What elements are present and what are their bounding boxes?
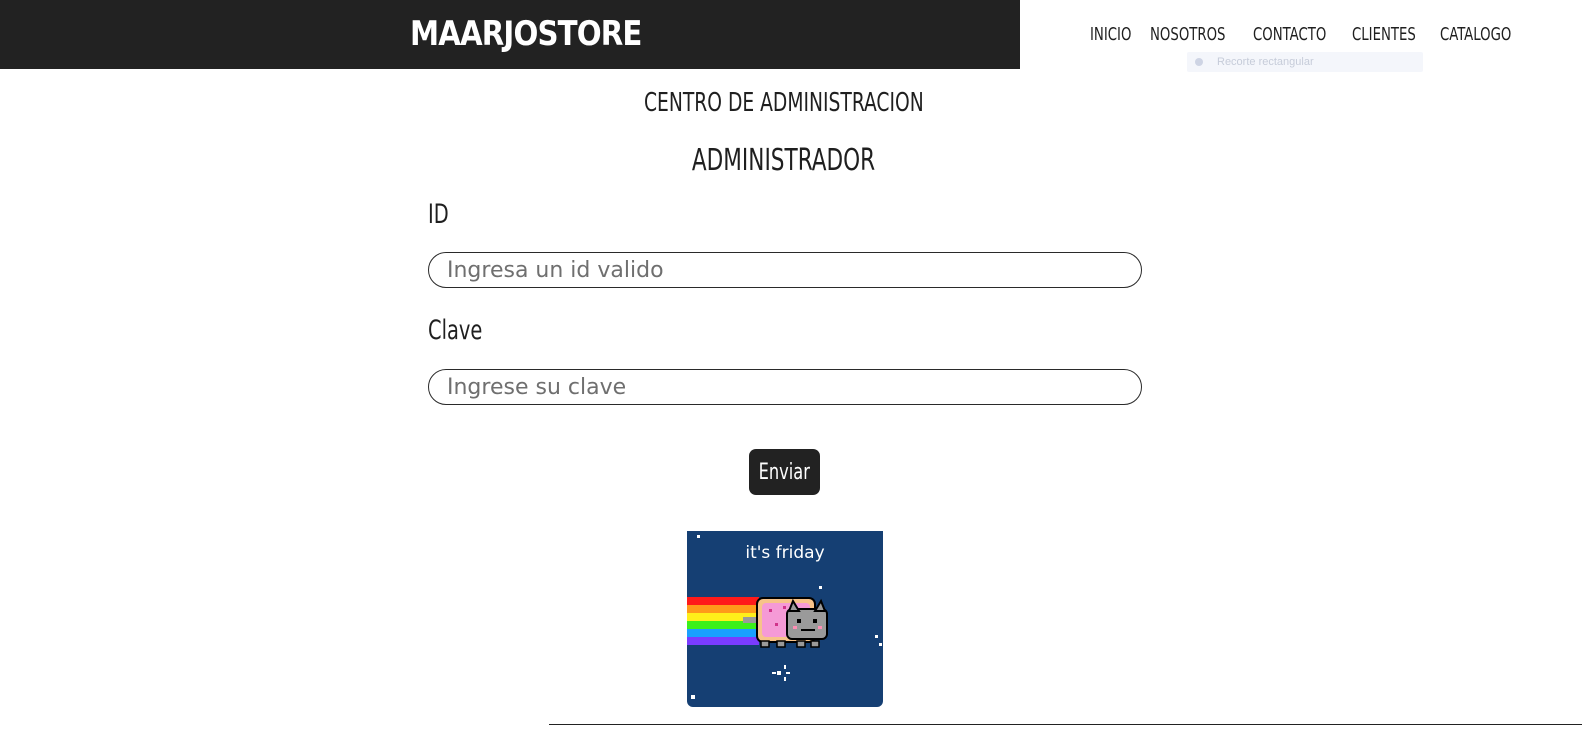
id-label: ID bbox=[428, 199, 449, 230]
nav-inicio[interactable]: INICIO bbox=[1090, 24, 1131, 45]
nyan-cat-image: it's friday bbox=[687, 531, 883, 707]
id-input[interactable] bbox=[428, 252, 1142, 288]
screenshot-tool-tooltip: Recorte rectangular bbox=[1187, 52, 1423, 72]
clave-label: Clave bbox=[428, 315, 483, 346]
section-title: ADMINISTRADOR bbox=[0, 143, 1568, 178]
nav-clientes[interactable]: CLIENTES bbox=[1352, 24, 1416, 45]
nav-contacto[interactable]: CONTACTO bbox=[1253, 24, 1326, 45]
main-nav: INICIO NOSOTROS CONTACTO CLIENTES CATALO… bbox=[1090, 24, 1513, 45]
header-bar: MAARJOSTORE bbox=[0, 0, 1020, 69]
image-caption: it's friday bbox=[745, 543, 825, 563]
page: MAARJOSTORE INICIO NOSOTROS CONTACTO CLI… bbox=[0, 0, 1582, 732]
nav-nosotros[interactable]: NOSOTROS bbox=[1150, 24, 1225, 45]
section-title-text: ADMINISTRADOR bbox=[692, 143, 876, 178]
page-title: CENTRO DE ADMINISTRACION bbox=[0, 88, 1568, 118]
brand-logo[interactable]: MAARJOSTORE bbox=[410, 14, 642, 54]
tooltip-text: Recorte rectangular bbox=[1217, 56, 1314, 68]
divider bbox=[549, 724, 1582, 725]
nav-catalogo[interactable]: CATALOGO bbox=[1440, 24, 1511, 45]
submit-button[interactable]: Enviar bbox=[749, 449, 820, 495]
snip-icon bbox=[1195, 58, 1203, 67]
submit-button-label: Enviar bbox=[758, 459, 811, 485]
clave-input[interactable] bbox=[428, 369, 1142, 405]
page-title-text: CENTRO DE ADMINISTRACION bbox=[644, 88, 924, 118]
